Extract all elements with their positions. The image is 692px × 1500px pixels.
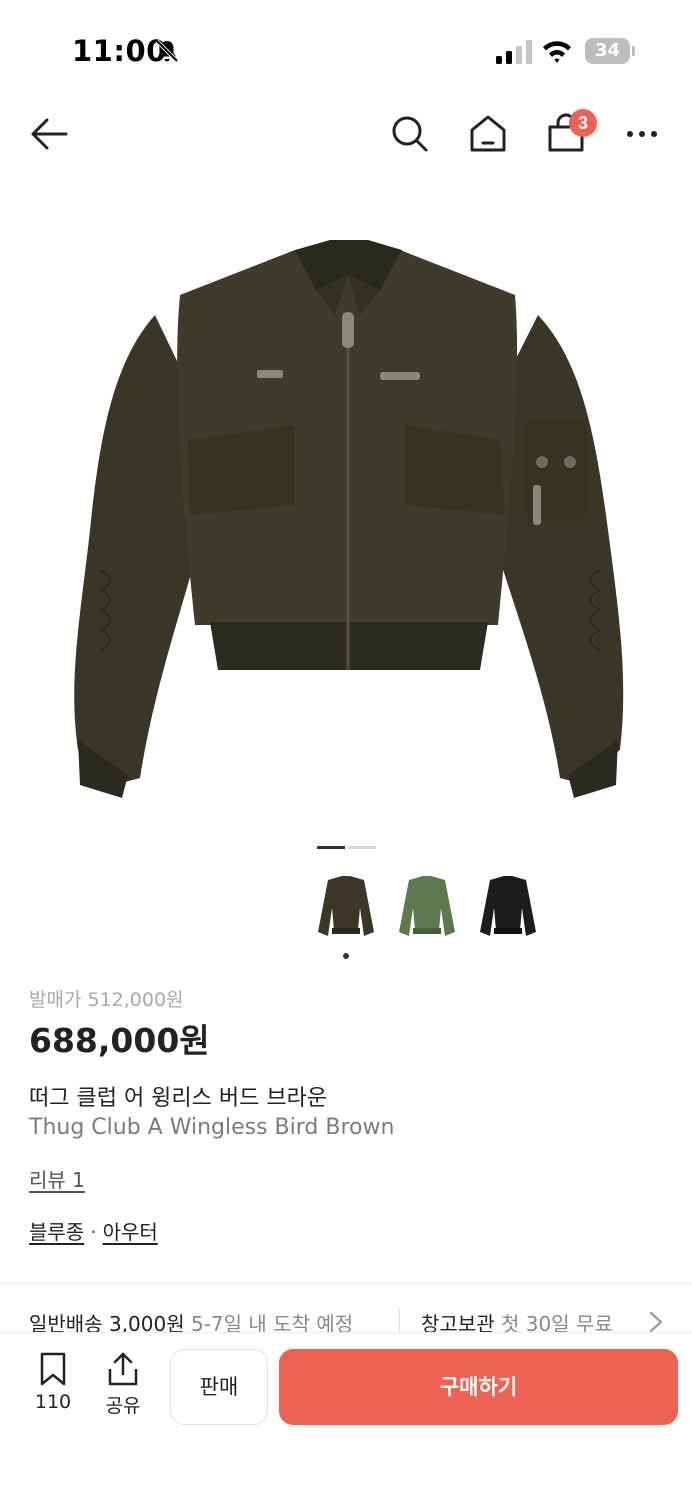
category-separator: · [90,1220,97,1244]
category-link-blouson[interactable]: 블루종 [29,1220,84,1244]
product-image[interactable] [60,230,632,810]
share-button[interactable]: 공유 [98,1351,148,1418]
cellular-signal-icon [496,40,532,64]
image-pager-active [317,846,345,849]
save-button[interactable]: 110 [28,1351,78,1413]
selected-color-indicator [343,953,349,959]
product-name-english: Thug Club A Wingless Bird Brown [29,1115,395,1140]
home-icon[interactable] [466,112,510,156]
wifi-icon [543,41,571,63]
release-price: 발매가 512,000원 [29,989,184,1011]
product-name-korean: 떠그 클럽 어 윙리스 버드 브라운 [29,1086,328,1111]
color-option-black[interactable] [474,872,542,944]
chevron-right-icon[interactable] [648,1310,664,1334]
search-icon[interactable] [388,112,432,156]
review-link[interactable]: 리뷰 1 [29,1164,85,1193]
more-options-icon[interactable] [620,112,664,156]
color-option-brown[interactable] [312,872,380,944]
share-label: 공유 [105,1395,141,1417]
bell-off-icon [155,39,179,63]
save-count: 110 [34,1391,72,1413]
category-breadcrumb: 블루종 · 아우터 [29,1216,158,1245]
image-pager-dot [348,846,376,849]
status-time: 11:00 [72,34,167,68]
battery-indicator: 34 [585,38,635,64]
sell-button[interactable]: 판매 [170,1349,268,1425]
color-option-green[interactable] [393,872,461,944]
category-link-outer[interactable]: 아우터 [103,1220,158,1244]
bookmark-icon [40,1352,66,1386]
battery-level: 34 [594,40,621,61]
status-bar: 11:00 34 [0,0,692,100]
cart-count-badge: 3 [569,109,597,137]
back-arrow-icon[interactable] [27,112,71,156]
bottom-action-bar: 110 공유 판매 구매하기 [0,1333,692,1500]
current-price: 688,000원 [29,1021,210,1060]
share-icon [108,1352,138,1386]
buy-button[interactable]: 구매하기 [279,1349,678,1425]
section-divider [0,1283,692,1284]
delivery-divider [399,1308,400,1332]
